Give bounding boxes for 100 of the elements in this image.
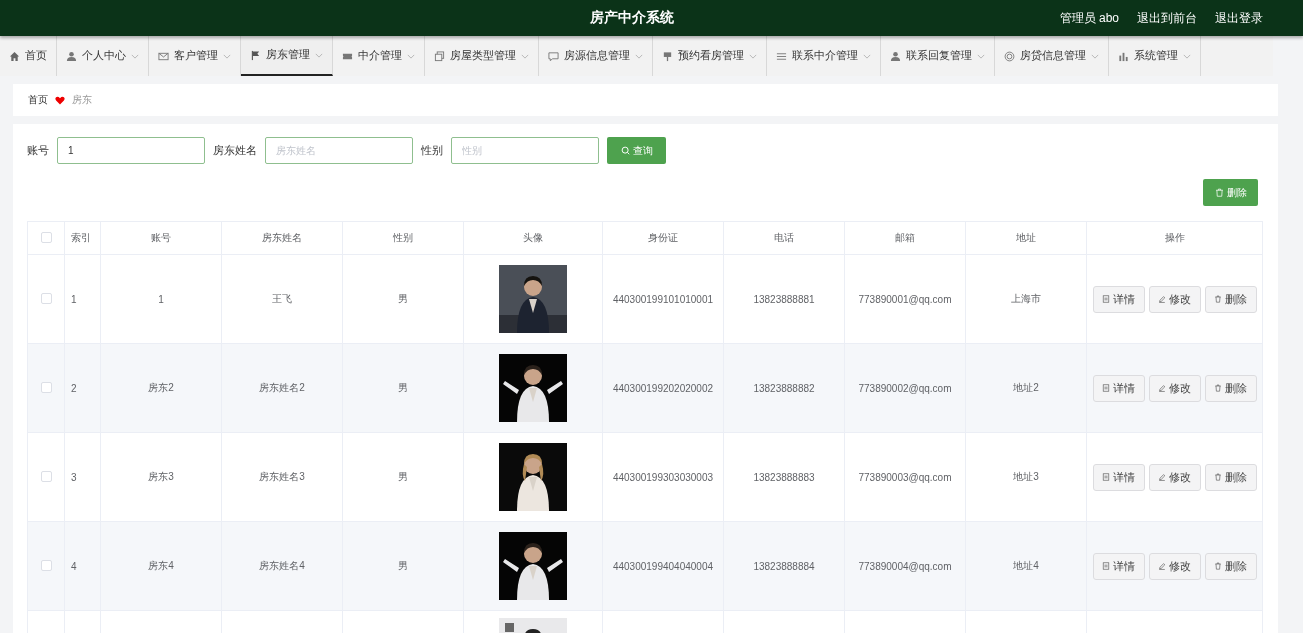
table-cell: 773890004@qq.com bbox=[844, 521, 966, 611]
table-cell: 773890002@qq.com bbox=[844, 343, 966, 433]
bars-icon bbox=[1118, 50, 1129, 62]
column-header: 性别 bbox=[342, 221, 464, 255]
pencil-icon bbox=[1158, 295, 1166, 303]
table-cell: 13823888881 bbox=[723, 254, 845, 344]
detail-button[interactable]: 详情 bbox=[1092, 463, 1145, 491]
trash-icon bbox=[1214, 384, 1222, 392]
nav-tab[interactable]: 首页 bbox=[0, 36, 57, 76]
mail-icon bbox=[158, 50, 169, 62]
person-icon bbox=[890, 50, 901, 62]
trash-icon bbox=[1214, 473, 1222, 481]
detail-button[interactable]: 详情 bbox=[1092, 374, 1145, 402]
ring-icon bbox=[1004, 50, 1015, 62]
flag-icon bbox=[250, 49, 261, 61]
column-header: 身份证 bbox=[602, 221, 724, 255]
search-field[interactable]: 1 bbox=[57, 137, 205, 164]
trash-icon bbox=[1214, 295, 1222, 303]
field-label: 性别 bbox=[421, 143, 443, 158]
document-icon bbox=[1102, 295, 1110, 303]
delete-button[interactable]: 删除 bbox=[1204, 285, 1257, 313]
chat-icon bbox=[548, 50, 559, 62]
table-cell: 房东4 bbox=[100, 521, 222, 611]
nav-tab[interactable]: 中介管理 bbox=[333, 36, 425, 76]
column-header: 邮箱 bbox=[844, 221, 966, 255]
document-icon bbox=[1102, 384, 1110, 392]
table-cell: 773890001@qq.com bbox=[844, 254, 966, 344]
nav-tab[interactable]: 个人中心 bbox=[57, 36, 149, 76]
table-cell: 1 bbox=[100, 254, 222, 344]
table-cell: 男 bbox=[342, 521, 464, 611]
detail-button[interactable]: 详情 bbox=[1092, 552, 1145, 580]
table-cell: 1 bbox=[64, 254, 101, 344]
column-header: 电话 bbox=[723, 221, 845, 255]
table-cell: 男 bbox=[342, 343, 464, 433]
field-label: 账号 bbox=[27, 143, 49, 158]
search-icon bbox=[620, 146, 630, 155]
edit-button[interactable]: 修改 bbox=[1148, 285, 1201, 313]
table-cell: 地址2 bbox=[965, 343, 1087, 433]
trash-icon bbox=[1214, 188, 1224, 197]
table-cell: 男 bbox=[342, 254, 464, 344]
table-cell: 13823888884 bbox=[723, 521, 845, 611]
edit-button[interactable]: 修改 bbox=[1148, 374, 1201, 402]
table-cell: 13823888882 bbox=[723, 343, 845, 433]
table-cell: 上海市 bbox=[965, 254, 1087, 344]
table-cell: 房东姓名2 bbox=[221, 343, 343, 433]
table-cell: 房东姓名3 bbox=[221, 432, 343, 522]
nav-tab[interactable]: 房源信息管理 bbox=[539, 36, 653, 76]
table-cell: 男 bbox=[342, 432, 464, 522]
document-icon bbox=[1102, 562, 1110, 570]
header-link[interactable]: 退出登录 bbox=[1215, 9, 1263, 27]
nav-tab[interactable]: 预约看房管理 bbox=[653, 36, 767, 76]
column-header: 操作 bbox=[1086, 221, 1263, 255]
header-link[interactable]: 退出到前台 bbox=[1137, 9, 1197, 27]
table-cell: 4 bbox=[64, 521, 101, 611]
table-cell: 王飞 bbox=[221, 254, 343, 344]
sign-icon bbox=[662, 50, 673, 62]
home-icon bbox=[9, 50, 20, 62]
trash-icon bbox=[1214, 562, 1222, 570]
nav-tab[interactable]: 系统管理 bbox=[1109, 36, 1201, 76]
checkbox[interactable] bbox=[40, 470, 52, 482]
column-header: 账号 bbox=[100, 221, 222, 255]
system-title: 房产中介系统 bbox=[589, 9, 674, 27]
table-cell: 房东3 bbox=[100, 432, 222, 522]
delete-button[interactable]: 删除 bbox=[1204, 552, 1257, 580]
nav-tab[interactable]: 房屋类型管理 bbox=[425, 36, 539, 76]
checkbox[interactable] bbox=[40, 231, 52, 243]
checkbox[interactable] bbox=[40, 559, 52, 571]
edit-button[interactable]: 修改 bbox=[1148, 463, 1201, 491]
checkbox[interactable] bbox=[40, 381, 52, 393]
breadcrumb-item[interactable]: 首页 bbox=[28, 93, 48, 107]
nav-tab[interactable]: 房东管理 bbox=[241, 36, 333, 76]
checkbox[interactable] bbox=[40, 292, 52, 304]
pencil-icon bbox=[1158, 384, 1166, 392]
column-header: 房东姓名 bbox=[221, 221, 343, 255]
table-cell: 440300199404040004 bbox=[602, 521, 724, 611]
table-cell: 773890003@qq.com bbox=[844, 432, 966, 522]
edit-button[interactable]: 修改 bbox=[1148, 552, 1201, 580]
table-cell: 地址3 bbox=[965, 432, 1087, 522]
table-cell: 440300199202020002 bbox=[602, 343, 724, 433]
table-cell: 地址4 bbox=[965, 521, 1087, 611]
field-label: 房东姓名 bbox=[213, 143, 257, 158]
copy-icon bbox=[434, 50, 445, 62]
delete-button[interactable]: 删除 bbox=[1204, 463, 1257, 491]
column-header: 头像 bbox=[463, 221, 603, 255]
pencil-icon bbox=[1158, 473, 1166, 481]
table-cell: 3 bbox=[64, 432, 101, 522]
table-cell: 13823888883 bbox=[723, 432, 845, 522]
table-cell: 440300199303030003 bbox=[602, 432, 724, 522]
nav-tab[interactable]: 联系回复管理 bbox=[881, 36, 995, 76]
header-link[interactable]: 管理员 abo bbox=[1059, 9, 1119, 27]
nav-tab[interactable]: 联系中介管理 bbox=[767, 36, 881, 76]
delete-button[interactable]: 删除 bbox=[1204, 374, 1257, 402]
document-icon bbox=[1102, 473, 1110, 481]
detail-button[interactable]: 详情 bbox=[1092, 285, 1145, 313]
column-header: 索引 bbox=[64, 221, 101, 255]
table-cell: 房东姓名4 bbox=[221, 521, 343, 611]
table-cell: 2 bbox=[64, 343, 101, 433]
column-header: 地址 bbox=[965, 221, 1087, 255]
nav-tab[interactable]: 房贷信息管理 bbox=[995, 36, 1109, 76]
pencil-icon bbox=[1158, 562, 1166, 570]
